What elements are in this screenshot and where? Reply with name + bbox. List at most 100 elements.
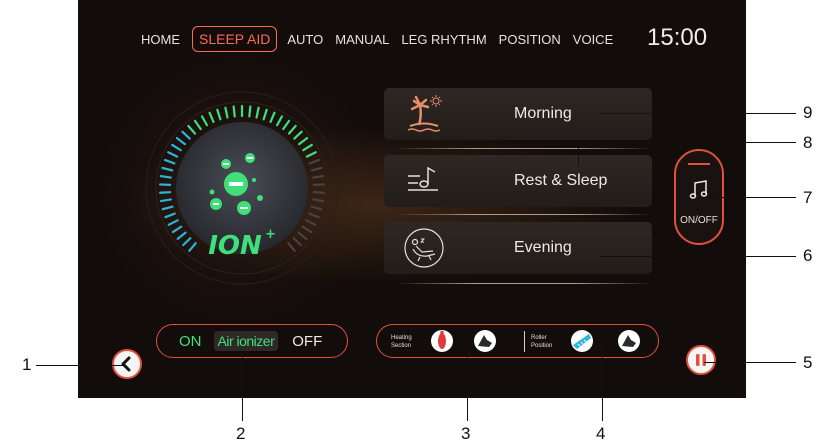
nav-auto[interactable]: AUTO [287, 32, 323, 47]
music-indicator [688, 163, 710, 165]
ionizer-on-button[interactable]: ON [179, 333, 202, 350]
chevron-left-icon [114, 351, 140, 377]
gauge-tick [271, 113, 275, 122]
gauge-tick [225, 108, 227, 118]
gauge-tick [257, 108, 259, 118]
gauge-tick [299, 138, 307, 144]
heating-label-line2: Section [391, 342, 411, 350]
control-screen: HOME SLEEP AID AUTO MANUAL LEG RHYTHM PO… [78, 0, 746, 398]
gauge-tick [217, 110, 220, 120]
music-onoff-label: ON/OFF [676, 215, 722, 226]
callout-9: 9 [803, 103, 812, 123]
gauge-tick [183, 238, 190, 245]
gauge-tick [249, 106, 250, 116]
gauge-tick [313, 199, 323, 201]
pause-button[interactable] [686, 345, 716, 375]
palm-tree-sun-icon [404, 95, 444, 133]
gauge-tick [188, 126, 195, 134]
gauge-tick [165, 160, 174, 163]
callout-line-4 [602, 344, 603, 421]
gauge-tick [277, 116, 282, 125]
callout-6: 6 [803, 246, 812, 266]
divider [396, 148, 654, 149]
gauge-tick [314, 192, 324, 193]
roller-label-line1: Roller [531, 334, 547, 342]
callout-line-2 [242, 353, 243, 421]
callout-line-8b [578, 142, 796, 143]
gauge-tick [168, 152, 177, 156]
nav-home[interactable]: HOME [141, 32, 180, 47]
ionizer-off-button[interactable]: OFF [292, 333, 322, 350]
gauge-tick [310, 160, 319, 163]
nav-position[interactable]: POSITION [499, 32, 561, 47]
gauge-tick [172, 145, 181, 150]
ion-logo: ION [208, 231, 262, 261]
preset-evening-label: Evening [514, 239, 572, 257]
callout-line-5 [704, 362, 796, 363]
gauge-tick [294, 238, 301, 245]
preset-evening-button[interactable]: Evening [384, 222, 652, 274]
nav-voice[interactable]: VOICE [573, 32, 613, 47]
gauge-tick [165, 214, 174, 218]
back-button[interactable] [112, 349, 142, 379]
callout-1: 1 [22, 355, 31, 375]
callout-7: 7 [803, 188, 812, 208]
callout-line-3 [467, 344, 468, 421]
callout-line-1 [36, 365, 125, 366]
gauge-tick [264, 110, 267, 120]
pause-icon [688, 347, 714, 373]
gauge-tick [182, 132, 189, 139]
gauge-tick [189, 243, 195, 251]
gauge-tick [210, 113, 214, 122]
svg-text:+: + [265, 227, 276, 242]
heating-feet-icon[interactable] [473, 329, 497, 353]
preset-morning-button[interactable]: Morning [384, 88, 652, 140]
gauge-tick [303, 227, 311, 232]
gauge-tick [202, 116, 207, 125]
callout-5: 5 [803, 353, 812, 373]
callout-line-7 [703, 197, 796, 198]
roller-position-icon[interactable] [570, 329, 594, 353]
preset-rest-sleep-button[interactable]: Rest & Sleep [384, 155, 652, 207]
preset-rest-sleep-label: Rest & Sleep [514, 172, 607, 190]
reclining-chair-icon [403, 227, 445, 269]
ion-gauge-graphic: ION + [142, 88, 342, 288]
ion-gauge: ION + [142, 88, 342, 288]
divider [396, 283, 654, 284]
gauge-tick [169, 220, 178, 224]
gauge-tick [294, 132, 301, 139]
gauge-tick [234, 106, 235, 116]
gauge-tick [283, 121, 289, 129]
nav-leg-rhythm[interactable]: LEG RHYTHM [401, 32, 486, 47]
gauge-tick [161, 176, 171, 177]
gauge-tick [163, 207, 173, 210]
gauge-tick [309, 214, 318, 218]
ionizer-label: Air ionizer [214, 331, 279, 351]
gauge-tick [312, 168, 322, 170]
heating-label-line1: Heating [391, 334, 412, 342]
roller-label-line2: Position [531, 342, 552, 350]
callout-line-8a [578, 142, 579, 166]
roller-feet-icon[interactable] [617, 329, 641, 353]
air-ionizer-switch: ON Air ionizer OFF [156, 324, 348, 358]
gauge-tick [195, 121, 201, 129]
heating-roller-panel: Heating Section Roller Position [376, 324, 659, 358]
gauge-tick [298, 233, 306, 239]
nav-sleep-aid[interactable]: SLEEP AID [192, 26, 277, 52]
gauge-tick [178, 233, 186, 239]
divider [396, 214, 654, 215]
callout-8: 8 [803, 133, 812, 153]
music-note-lines-icon [404, 164, 444, 198]
callout-line-9 [600, 113, 796, 114]
gauge-tick [303, 145, 312, 150]
top-nav: HOME SLEEP AID AUTO MANUAL LEG RHYTHM PO… [141, 22, 625, 56]
callout-2: 2 [236, 424, 245, 444]
gauge-tick [288, 243, 294, 251]
callout-line-6 [600, 256, 796, 257]
heating-body-icon[interactable] [430, 329, 454, 353]
panel-divider [524, 331, 525, 352]
gauge-tick [160, 192, 170, 193]
callout-4: 4 [596, 424, 605, 444]
nav-manual[interactable]: MANUAL [335, 32, 389, 47]
preset-morning-label: Morning [514, 105, 572, 123]
